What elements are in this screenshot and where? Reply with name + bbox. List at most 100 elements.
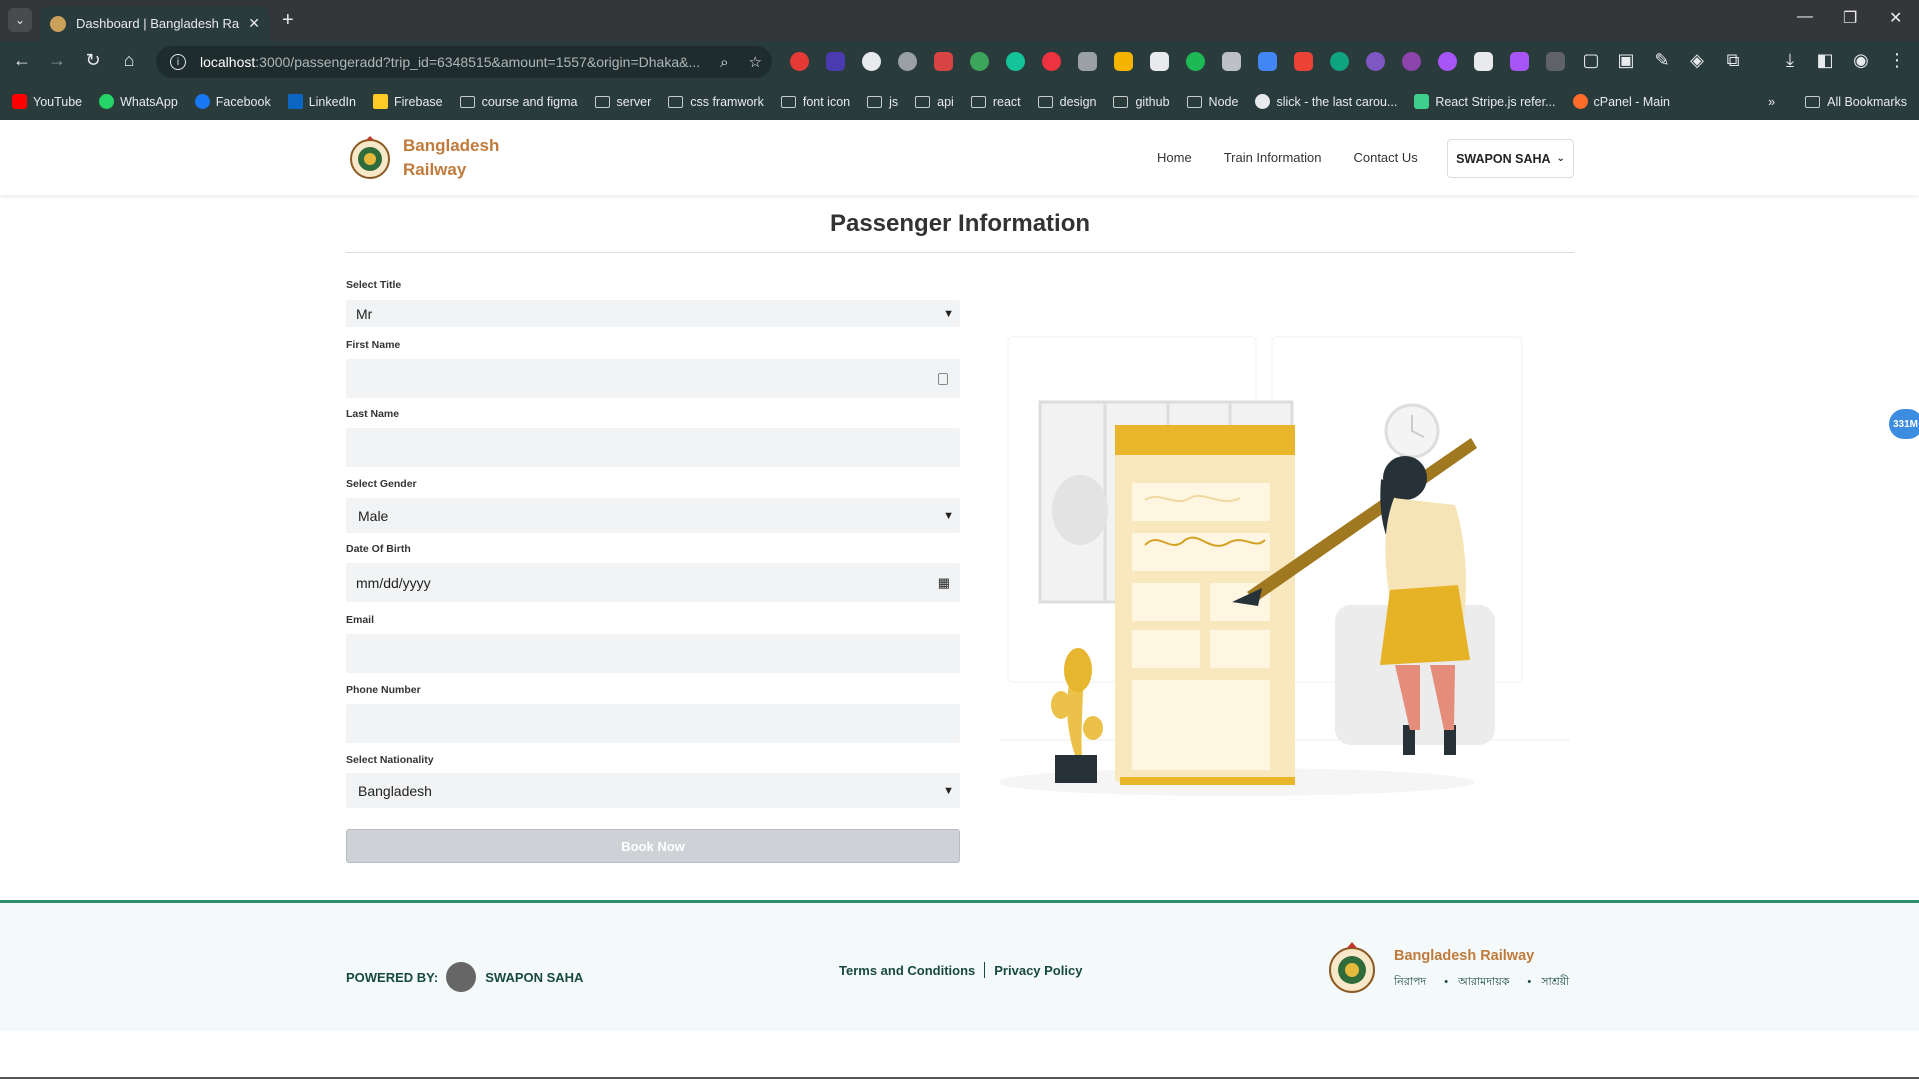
bookmarks-overflow-icon[interactable]: » [1768,95,1775,109]
address-bar[interactable]: i localhost:3000/passengeradd?trip_id=63… [156,46,772,78]
bookmark-whatsapp[interactable]: WhatsApp [99,94,178,109]
powered-by-name[interactable]: SWAPON SAHA [485,970,583,985]
grammarly-icon[interactable] [1006,52,1025,71]
first-name-input[interactable] [346,359,960,398]
calendar-icon[interactable]: ▦ [938,575,950,591]
chatgpt-icon[interactable] [1330,52,1349,71]
bookmark-folder[interactable]: css framwork [668,95,764,109]
nav-home[interactable]: Home [1157,150,1192,165]
bookmark-folder[interactable]: react [970,95,1021,109]
home-icon[interactable]: ⌂ [117,50,141,71]
phone-input[interactable] [346,704,960,743]
close-window-icon[interactable]: ✕ [1889,8,1902,28]
bookmark-folder[interactable]: api [915,95,954,109]
bookmark-youtube[interactable]: YouTube [12,94,82,109]
folder-icon [1113,95,1129,108]
bookmark-star-icon[interactable]: ☆ [749,53,762,71]
profile-avatar-icon[interactable]: ◉ [1849,50,1873,71]
last-name-input[interactable] [346,428,960,467]
browser-toolbar: ← → ↻ ⌂ i localhost:3000/passengeradd?tr… [0,41,1919,83]
menu-kebab-icon[interactable]: ⋮ [1885,50,1909,71]
reload-icon[interactable]: ↻ [81,50,105,71]
extension-icon[interactable] [1474,52,1493,71]
form-filling-illustration [1000,336,1570,796]
dob-placeholder: mm/dd/yyyy [356,574,431,591]
extension-icon[interactable] [790,52,809,71]
bookmark-folder[interactable]: server [594,95,651,109]
user-menu-button[interactable]: SWAPON SAHA ⌄ [1447,139,1574,178]
autofill-card-icon[interactable] [938,372,948,385]
extension-icon[interactable] [898,52,917,71]
facebook-icon [194,94,210,109]
extension-icon[interactable] [1258,52,1277,71]
book-now-button[interactable]: Book Now [346,829,960,863]
tab-list-chevron-icon[interactable]: ⌄ [8,8,32,32]
camera-icon[interactable] [1222,52,1241,71]
folder-icon [1186,95,1202,108]
bookmark-linkedin[interactable]: LinkedIn [287,94,356,109]
bookmark-facebook[interactable]: Facebook [194,94,271,109]
extension-icon[interactable] [1510,52,1529,71]
terms-link[interactable]: Terms and Conditions [839,963,975,978]
extension-icon[interactable] [934,52,953,71]
bookmark-cpanel[interactable]: cPanel - Main [1572,94,1670,109]
site-footer: POWERED BY: SWAPON SAHA Terms and Condit… [0,900,1919,1031]
extension-icon[interactable] [862,52,881,71]
privacy-link[interactable]: Privacy Policy [994,963,1082,978]
extension-icon[interactable] [1294,52,1313,71]
folder-icon [867,95,883,108]
zoom-search-icon[interactable]: ⌕ [720,54,728,71]
new-tab-plus-icon[interactable]: + [282,8,294,32]
site-header: Bangladesh Railway Home Train Informatio… [0,120,1919,195]
title-select[interactable]: Mr ▼ [346,300,960,327]
extension-icon[interactable] [1186,52,1205,71]
extension-icon[interactable] [970,52,989,71]
chevron-down-icon: ⌄ [1556,153,1565,164]
extension-icon[interactable] [1438,52,1457,71]
browser-tab-active[interactable]: Dashboard | Bangladesh Railwa ✕ [40,6,270,41]
email-input[interactable] [346,634,960,673]
all-bookmarks[interactable]: All Bookmarks [1827,95,1907,109]
extension-icon[interactable] [826,52,845,71]
bookmark-slick[interactable]: slick - the last carou... [1255,94,1397,109]
site-info-icon[interactable]: i [170,54,186,70]
shield-icon[interactable] [1078,52,1097,71]
bookmark-firebase[interactable]: Firebase [372,94,443,109]
nav-train-information[interactable]: Train Information [1224,150,1322,165]
extension-icon[interactable]: ▣ [1614,50,1638,71]
floating-badge[interactable]: 331M [1889,409,1919,439]
bookmark-folder[interactable]: github [1113,95,1170,109]
forward-arrow-icon[interactable]: → [45,50,69,71]
bookmark-folder[interactable]: Node [1186,95,1238,109]
nav-contact-us[interactable]: Contact Us [1353,150,1417,165]
bookmark-stripe[interactable]: React Stripe.js refer... [1414,94,1556,109]
extension-c-icon[interactable]: ▢ [1579,50,1603,71]
bookmark-folder[interactable]: font icon [780,95,850,109]
extensions-puzzle-icon[interactable]: ⧉ [1721,50,1745,71]
railway-logo-icon[interactable] [349,135,391,181]
footer-links: Terms and Conditions Privacy Policy [839,962,1082,978]
extension-icon[interactable] [1366,52,1385,71]
bookmark-folder[interactable]: course and figma [459,95,578,109]
bookmark-folder[interactable]: js [867,95,898,109]
extension-icon[interactable] [1402,52,1421,71]
back-arrow-icon[interactable]: ← [10,50,34,71]
restore-icon[interactable]: ❐ [1843,8,1857,28]
extension-icon[interactable] [1114,52,1133,71]
gender-select[interactable]: Male ▼ [346,498,960,533]
brand-name[interactable]: Bangladesh Railway [403,134,499,182]
bookmark-folder[interactable]: design [1037,95,1096,109]
nationality-select[interactable]: Bangladesh ▼ [346,773,960,808]
extension-icon[interactable] [1042,52,1061,71]
extension-icon[interactable] [1150,52,1169,71]
tab-close-icon[interactable]: ✕ [248,15,260,32]
side-panel-icon[interactable]: ◧ [1813,50,1837,71]
gender-label: Select Gender [346,478,417,490]
pen-icon[interactable]: ✎ [1650,50,1674,71]
dob-input[interactable]: mm/dd/yyyy ▦ [346,563,960,602]
more-icon[interactable] [1546,52,1565,71]
download-icon[interactable]: ⤓ [1778,50,1802,71]
title-label: Select Title [346,279,402,291]
minimize-icon[interactable]: — [1797,8,1813,26]
extension-icon[interactable]: ◈ [1685,50,1709,71]
